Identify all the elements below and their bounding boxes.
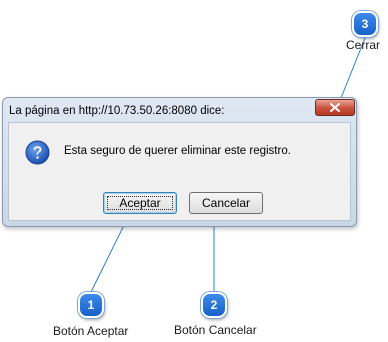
dialog-message: Esta seguro de querer eliminar este regi…	[64, 145, 291, 157]
accept-button-label: Aceptar	[119, 196, 161, 210]
callout-badge-1: 1	[78, 292, 104, 318]
question-icon	[25, 140, 50, 165]
close-button[interactable]	[315, 99, 355, 116]
cancel-button-label: Cancelar	[201, 196, 251, 210]
alert-dialog: La página en http://10.73.50.26:8080 dic…	[2, 97, 357, 227]
close-icon	[330, 103, 340, 112]
dialog-titlebar[interactable]: La página en http://10.73.50.26:8080 dic…	[3, 98, 356, 122]
dialog-body: Esta seguro de querer eliminar este regi…	[8, 122, 351, 221]
accept-button[interactable]: Aceptar	[103, 192, 177, 214]
dialog-title: La página en http://10.73.50.26:8080 dic…	[9, 105, 225, 117]
callout-badge-3: 3	[352, 11, 378, 37]
callout-badge-2: 2	[201, 292, 227, 318]
callout-label-cancel: Botón Cancelar	[174, 323, 257, 337]
callout-label-close: Cerrar	[346, 38, 381, 52]
cancel-button[interactable]: Cancelar	[189, 192, 263, 214]
callout-label-accept: Botón Aceptar	[53, 324, 129, 338]
